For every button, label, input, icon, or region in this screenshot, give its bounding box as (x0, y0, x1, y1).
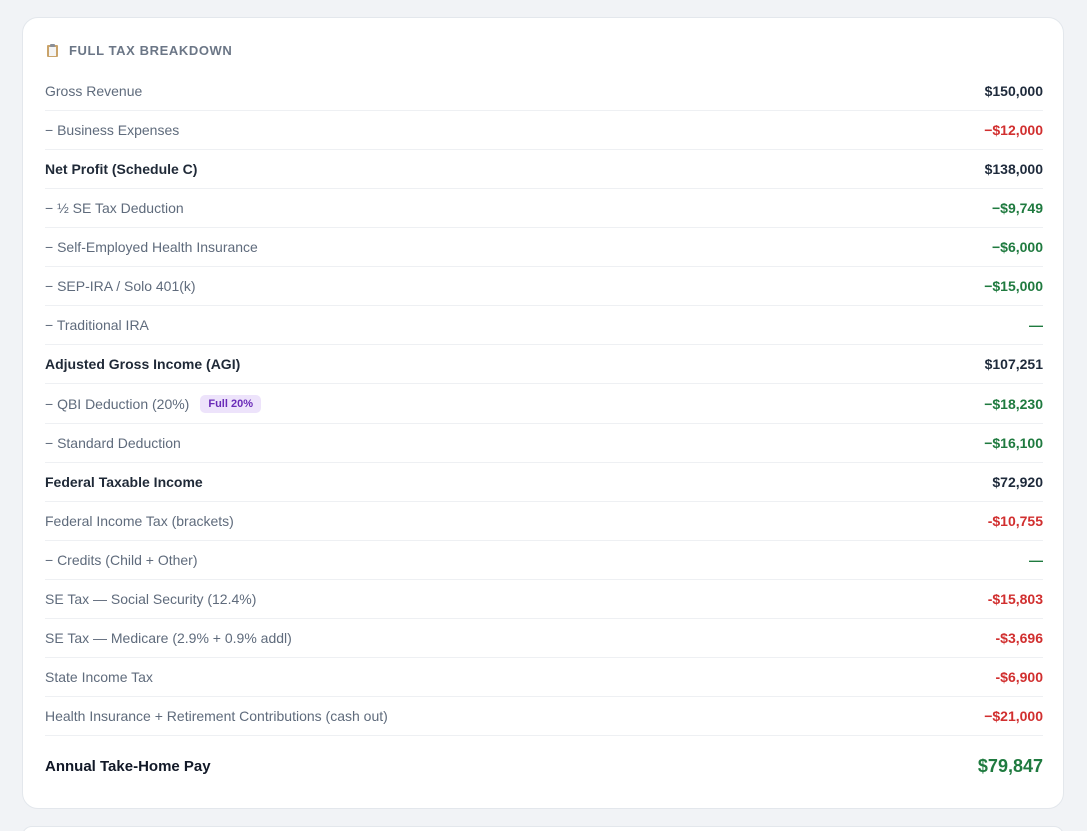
row-label-text: − ½ SE Tax Deduction (45, 200, 184, 216)
breakdown-row: State Income Tax -$6,900 (45, 658, 1043, 697)
breakdown-row: − Traditional IRA — (45, 306, 1043, 345)
row-label-text: SE Tax — Social Security (12.4%) (45, 591, 257, 607)
row-label: Federal Income Tax (brackets) (45, 513, 234, 529)
breakdown-row: Health Insurance + Retirement Contributi… (45, 697, 1043, 736)
row-label: − SEP-IRA / Solo 401(k) (45, 278, 196, 294)
breakdown-row: − ½ SE Tax Deduction −$9,749 (45, 189, 1043, 228)
row-label: − Self-Employed Health Insurance (45, 239, 258, 255)
row-value: -$10,755 (987, 513, 1043, 529)
row-label: SE Tax — Medicare (2.9% + 0.9% addl) (45, 630, 292, 646)
take-home-value: $79,847 (977, 755, 1043, 776)
row-label: − Business Expenses (45, 122, 179, 138)
row-label-text: − Standard Deduction (45, 435, 181, 451)
row-value: -$6,900 (995, 669, 1043, 685)
qbi-status-badge: Full 20% (200, 394, 261, 413)
row-value: $72,920 (992, 474, 1043, 490)
breakdown-row: − Credits (Child + Other) — (45, 541, 1043, 580)
row-value: −$6,000 (992, 239, 1043, 255)
row-label-text: SE Tax — Medicare (2.9% + 0.9% addl) (45, 630, 292, 646)
row-label-text: Health Insurance + Retirement Contributi… (45, 708, 388, 724)
breakdown-row: Net Profit (Schedule C) $138,000 (45, 150, 1043, 189)
row-label: Gross Revenue (45, 83, 142, 99)
row-label: Health Insurance + Retirement Contributi… (45, 708, 388, 724)
row-label: − Traditional IRA (45, 317, 149, 333)
breakdown-row: − SEP-IRA / Solo 401(k) −$15,000 (45, 267, 1043, 306)
breakdown-row: Gross Revenue $150,000 (45, 72, 1043, 111)
row-label: − Standard Deduction (45, 435, 181, 451)
breakdown-row: SE Tax — Medicare (2.9% + 0.9% addl) -$3,… (45, 619, 1043, 658)
row-value: −$16,100 (984, 435, 1043, 451)
breakdown-row: − Standard Deduction −$16,100 (45, 424, 1043, 463)
row-value: −$18,230 (984, 395, 1043, 412)
row-label-text: − Self-Employed Health Insurance (45, 239, 258, 255)
row-value: −$12,000 (984, 122, 1043, 138)
card-title: Full Tax Breakdown (69, 42, 233, 58)
clipboard-icon (47, 43, 58, 57)
row-label-text: Adjusted Gross Income (AGI) (45, 356, 241, 372)
row-label-text: − QBI Deduction (20%) (45, 395, 190, 412)
breakdown-row: SE Tax — Social Security (12.4%) -$15,803 (45, 580, 1043, 619)
take-home-total-row: Annual Take-Home Pay $79,847 (45, 736, 1043, 794)
row-value: -$3,696 (995, 630, 1043, 646)
breakdown-row: − QBI Deduction (20%) Full 20% −$18,230 (45, 384, 1043, 424)
breakdown-row: Adjusted Gross Income (AGI) $107,251 (45, 345, 1043, 384)
row-label-text: State Income Tax (45, 669, 153, 685)
row-value: −$15,000 (984, 278, 1043, 294)
breakdown-row: Federal Income Tax (brackets) -$10,755 (45, 502, 1043, 541)
row-label: − ½ SE Tax Deduction (45, 200, 184, 216)
row-label-text: Net Profit (Schedule C) (45, 161, 198, 177)
row-label: State Income Tax (45, 669, 153, 685)
row-label-text: Federal Taxable Income (45, 474, 203, 490)
row-value: — (1029, 552, 1043, 568)
row-label: SE Tax — Social Security (12.4%) (45, 591, 256, 607)
row-value: $107,251 (984, 356, 1043, 372)
take-home-label: Annual Take-Home Pay (45, 757, 211, 775)
next-card-edge (22, 826, 1064, 831)
tax-breakdown-card: Full Tax Breakdown Gross Revenue $150,000… (22, 17, 1064, 809)
row-label: − QBI Deduction (20%) Full 20% (45, 394, 261, 413)
breakdown-row: − Business Expenses −$12,000 (45, 111, 1043, 150)
breakdown-row: − Self-Employed Health Insurance −$6,000 (45, 228, 1043, 267)
row-label-text: − SEP-IRA / Solo 401(k) (45, 278, 196, 294)
breakdown-row: Federal Taxable Income $72,920 (45, 463, 1043, 502)
row-label-text: Federal Income Tax (brackets) (45, 513, 234, 529)
row-value: −$21,000 (984, 708, 1043, 724)
row-label: Adjusted Gross Income (AGI) (45, 356, 240, 372)
row-value: $138,000 (984, 161, 1043, 177)
row-label: Federal Taxable Income (45, 474, 203, 490)
row-value: $150,000 (984, 83, 1043, 99)
row-label-text: − Business Expenses (45, 122, 180, 138)
row-label-text: − Credits (Child + Other) (45, 552, 198, 568)
card-header: Full Tax Breakdown (47, 42, 232, 58)
row-label-text: − Traditional IRA (45, 317, 149, 333)
row-label: Net Profit (Schedule C) (45, 161, 197, 177)
row-value: −$9,749 (992, 200, 1043, 216)
row-value: — (1029, 317, 1043, 333)
row-value: -$15,803 (987, 591, 1043, 607)
row-label: − Credits (Child + Other) (45, 552, 198, 568)
row-label-text: Gross Revenue (45, 83, 143, 99)
breakdown-list: Gross Revenue $150,000 − Business Expenses… (45, 72, 1043, 794)
